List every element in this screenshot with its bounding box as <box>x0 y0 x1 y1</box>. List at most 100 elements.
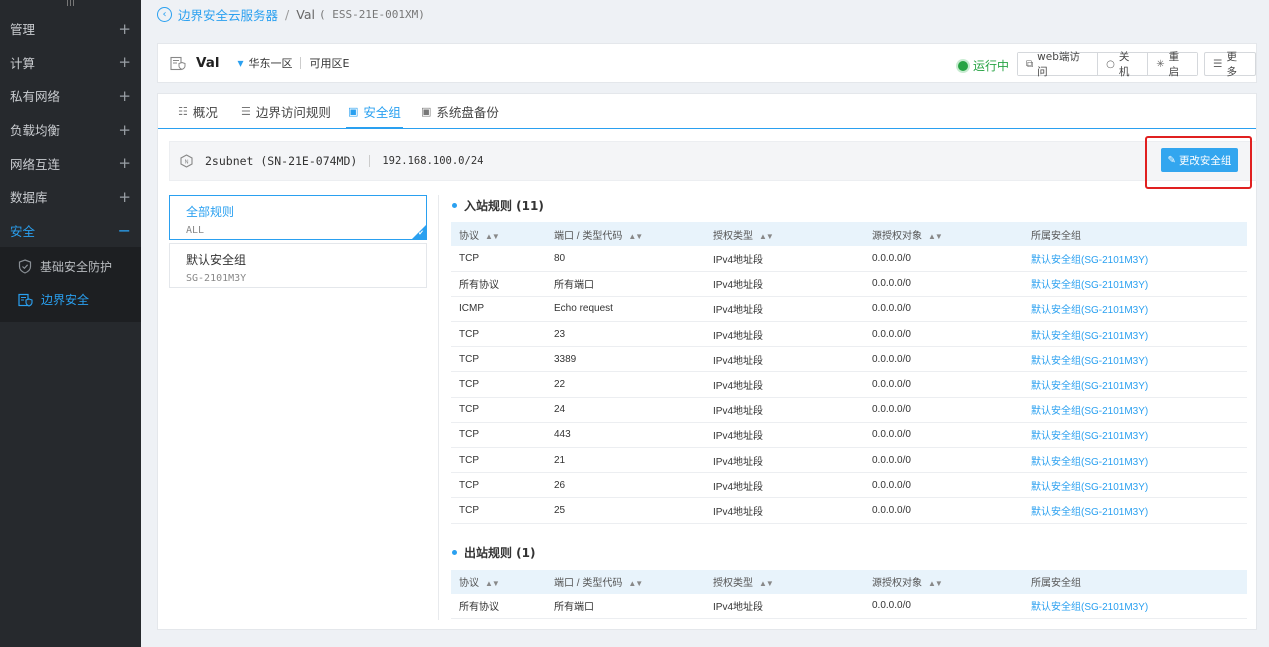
security-group-item-default[interactable]: 默认安全组 SG-2101M3Y <box>169 243 427 288</box>
sort-icon[interactable]: ▲▼ <box>628 579 643 588</box>
restart-label: 重启 <box>1168 51 1180 78</box>
col-source[interactable]: 源授权对象 ▲▼ <box>864 222 1023 246</box>
cell-source: 0.0.0.0/0 <box>864 472 1023 499</box>
sidebar-item-vpc[interactable]: 私有网络 + <box>0 79 141 113</box>
cell-security-group-link[interactable]: 默认安全组(SG-2101M3Y) <box>1023 472 1247 499</box>
plus-icon: + <box>118 187 131 206</box>
cell-source: 0.0.0.0/0 <box>864 593 1023 620</box>
more-button[interactable]: ☰ 更多 <box>1204 51 1256 78</box>
sidebar-item-load-balancer[interactable]: 负载均衡 + <box>0 113 141 147</box>
sidebar-item-manage[interactable]: 管理 + <box>0 12 141 46</box>
cell-port: 所有端口 <box>546 593 705 620</box>
cell-security-group-link[interactable]: 默认安全组(SG-2101M3Y) <box>1023 346 1247 373</box>
cell-auth-type: IPv4地址段 <box>705 371 864 398</box>
shutdown-label: 关机 <box>1118 51 1130 78</box>
sidebar-subitem-label: 基础安全防护 <box>40 260 113 275</box>
more-label: 更多 <box>1226 51 1237 78</box>
cell-auth-type: IPv4地址段 <box>705 321 864 348</box>
cell-security-group-link[interactable]: 默认安全组(SG-2101M3Y) <box>1023 296 1247 323</box>
cell-security-group-link[interactable]: 默认安全组(SG-2101M3Y) <box>1023 321 1247 348</box>
cell-security-group-link[interactable]: 默认安全组(SG-2101M3Y) <box>1023 447 1247 474</box>
tab-edge-rules[interactable]: ☰ 边界访问规则 <box>241 94 331 129</box>
sidebar-item-security[interactable]: 安全 − <box>0 214 141 248</box>
sort-icon[interactable]: ▲▼ <box>759 232 774 241</box>
sidebar-item-interconnect[interactable]: 网络互连 + <box>0 146 141 180</box>
tab-label: 概况 <box>192 105 218 120</box>
back-icon[interactable]: ‹ <box>157 6 172 22</box>
sort-icon[interactable]: ▲▼ <box>628 232 643 241</box>
cell-source: 0.0.0.0/0 <box>864 321 1023 348</box>
rules-panel: 入站规则 (11) 协议 ▲▼ 端口 / 类型代码 ▲▼ 授权类型 ▲▼ 源授权对象 ▲… <box>451 195 1247 620</box>
outbound-title-text: 出站规则 (1) <box>464 546 536 561</box>
cell-port: 22 <box>546 371 705 398</box>
web-access-button[interactable]: ⧉ web端访问 <box>1018 51 1099 78</box>
sidebar-item-database[interactable]: 数据库 + <box>0 180 141 214</box>
breadcrumb-current-id: ( ESS-21E-001XM) <box>318 7 425 21</box>
security-group-id: ALL <box>186 225 205 236</box>
sidebar-item-compute[interactable]: 计算 + <box>0 46 141 80</box>
sort-icon[interactable]: ▲▼ <box>485 232 500 241</box>
col-protocol[interactable]: 协议 ▲▼ <box>451 222 546 246</box>
cell-auth-type: IPv4地址段 <box>705 246 864 272</box>
col-port[interactable]: 端口 / 类型代码 ▲▼ <box>546 569 705 594</box>
status-text: 运行中 <box>973 59 1010 73</box>
sort-icon[interactable]: ▲▼ <box>759 579 774 588</box>
divider <box>300 57 302 69</box>
tab-security-group[interactable]: ▣ 安全组 <box>346 94 403 129</box>
check-icon: ✔ <box>418 229 424 237</box>
cell-security-group-link[interactable]: 默认安全组(SG-2101M3Y) <box>1023 422 1247 449</box>
restart-button[interactable]: ✳ 重启 <box>1148 51 1198 78</box>
sort-icon[interactable]: ▲▼ <box>485 579 500 588</box>
table-header-row: 协议 ▲▼ 端口 / 类型代码 ▲▼ 授权类型 ▲▼ 源授权对象 ▲▼ 所属安全组 <box>451 569 1247 594</box>
table-row: TCP 26 IPv4地址段 0.0.0.0/0 默认安全组(SG-2101M3Y) <box>451 472 1247 499</box>
cell-protocol: TCP <box>451 472 546 499</box>
highlight-box: ✎ 更改安全组 <box>1145 136 1252 189</box>
change-security-group-button[interactable]: ✎ 更改安全组 <box>1161 148 1238 172</box>
cell-port: 24 <box>546 397 705 423</box>
external-link-icon: ⧉ <box>1026 58 1034 70</box>
cell-source: 0.0.0.0/0 <box>864 497 1023 524</box>
cell-auth-type: IPv4地址段 <box>705 271 864 297</box>
cell-security-group-link[interactable]: 默认安全组(SG-2101M3Y) <box>1023 371 1247 398</box>
outbound-rules-body: 所有协议 所有端口 IPv4地址段 0.0.0.0/0 默认安全组(SG-2101M3Y… <box>451 593 1247 620</box>
sort-icon[interactable]: ▲▼ <box>928 232 943 241</box>
sidebar-subitem-edge-security[interactable]: 边界安全 <box>0 283 141 316</box>
cell-security-group-link[interactable]: 默认安全组(SG-2101M3Y) <box>1023 271 1247 297</box>
cell-source: 0.0.0.0/0 <box>864 371 1023 398</box>
plus-icon: + <box>118 120 131 139</box>
sort-icon[interactable]: ▲▼ <box>928 579 943 588</box>
cell-protocol: TCP <box>451 321 546 348</box>
col-port[interactable]: 端口 / 类型代码 ▲▼ <box>546 222 705 246</box>
cell-port: 3389 <box>546 346 705 373</box>
plus-icon: + <box>118 53 131 72</box>
cell-source: 0.0.0.0/0 <box>864 397 1023 423</box>
col-source[interactable]: 源授权对象 ▲▼ <box>864 569 1023 594</box>
tab-overview[interactable]: ☷ 概况 <box>178 94 218 129</box>
cell-security-group-link[interactable]: 默认安全组(SG-2101M3Y) <box>1023 246 1247 272</box>
zone-label: 可用区E <box>309 57 350 70</box>
cell-port: 21 <box>546 447 705 474</box>
sidebar-item-label: 安全 <box>10 223 36 239</box>
col-protocol[interactable]: 协议 ▲▼ <box>451 569 546 594</box>
table-row: TCP 3389 IPv4地址段 0.0.0.0/0 默认安全组(SG-2101M3Y) <box>451 346 1247 373</box>
sidebar-collapse-handle[interactable] <box>0 0 141 12</box>
cell-protocol: TCP <box>451 422 546 449</box>
cell-protocol: TCP <box>451 246 546 272</box>
col-auth-type[interactable]: 授权类型 ▲▼ <box>705 222 864 246</box>
shutdown-button[interactable]: ○ 关机 <box>1098 51 1149 78</box>
cell-auth-type: IPv4地址段 <box>705 593 864 620</box>
tab-system-disk-backup[interactable]: ▣ 系统盘备份 <box>421 94 499 129</box>
cell-security-group-link[interactable]: 默认安全组(SG-2101M3Y) <box>1023 397 1247 423</box>
cell-security-group-link[interactable]: 默认安全组(SG-2101M3Y) <box>1023 593 1247 620</box>
breadcrumb-parent-link[interactable]: 边界安全云服务器 <box>178 5 278 24</box>
cell-source: 0.0.0.0/0 <box>864 271 1023 297</box>
inbound-title-text: 入站规则 (11) <box>464 198 544 213</box>
col-auth-type[interactable]: 授权类型 ▲▼ <box>705 569 864 594</box>
outbound-rules-title: 出站规则 (1) <box>451 543 1247 563</box>
sidebar-subitem-basic-protection[interactable]: 基础安全防护 <box>0 250 141 283</box>
security-group-item-all[interactable]: 全部规则 ALL ✔ <box>169 195 427 240</box>
cell-security-group-link[interactable]: 默认安全组(SG-2101M3Y) <box>1023 497 1247 524</box>
cell-port: 所有端口 <box>546 271 705 297</box>
security-group-title: 默认安全组 <box>186 253 247 267</box>
inbound-rules-body: TCP 80 IPv4地址段 0.0.0.0/0 默认安全组(SG-2101M3Y) 所有… <box>451 246 1247 524</box>
